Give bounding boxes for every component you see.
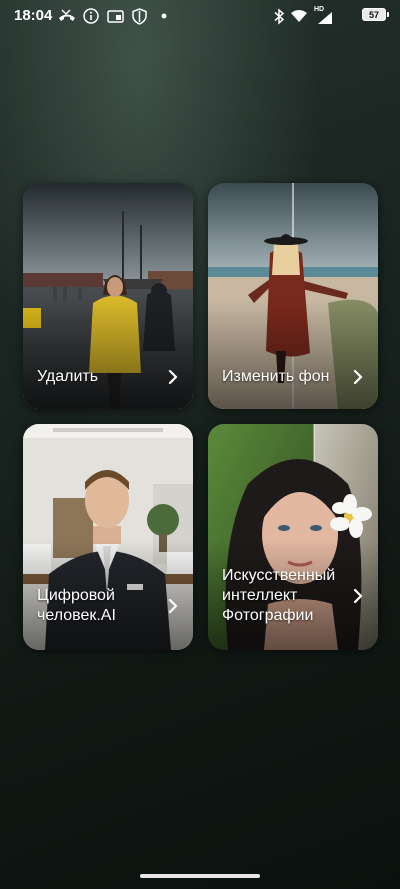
battery-tip: [387, 12, 389, 17]
chevron-right-icon: [168, 598, 178, 614]
chevron-right-icon: [353, 588, 363, 604]
dot-icon: [155, 7, 173, 25]
card-label-remove: Удалить: [37, 368, 99, 385]
card-shade: [208, 299, 378, 409]
missed-call-icon: [58, 7, 76, 25]
info-icon: [82, 7, 100, 25]
wifi-icon: [290, 7, 308, 25]
card-label-digital-human: Цифровой человек.AI: [37, 587, 116, 624]
card-digital-human[interactable]: Цифровой человек.AI: [23, 424, 193, 650]
card-label-ai-photos: Искусственный интеллект Фотографии: [222, 567, 336, 624]
card-ai-photos[interactable]: Искусственный интеллект Фотографии: [208, 424, 378, 650]
status-time: 18:04: [14, 7, 53, 24]
home-indicator[interactable]: [140, 874, 260, 878]
chevron-right-icon: [168, 369, 178, 385]
card-shade: [23, 299, 193, 409]
status-bar: 18:04 HD 57: [0, 0, 400, 32]
cast-icon: [106, 7, 124, 25]
card-label-change-background: Изменить фон: [222, 368, 330, 385]
bluetooth-icon: [270, 7, 288, 25]
shield-icon: [130, 7, 148, 25]
card-remove[interactable]: Удалить: [23, 183, 193, 409]
signal-icon: [316, 9, 334, 27]
chevron-right-icon: [353, 369, 363, 385]
battery-level: 57: [368, 9, 379, 20]
card-change-background[interactable]: Изменить фон: [208, 183, 378, 409]
battery-icon: 57: [362, 8, 386, 21]
